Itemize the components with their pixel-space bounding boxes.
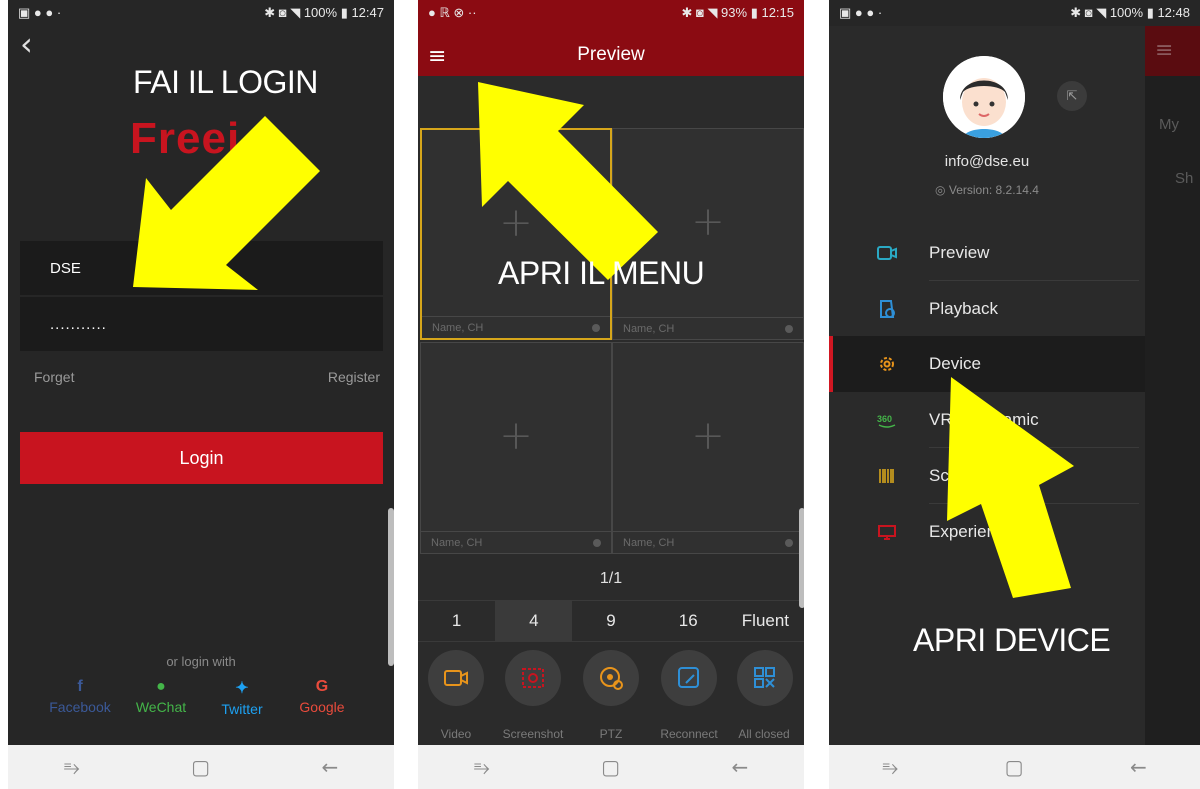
instruction-login: FAI IL LOGIN bbox=[133, 64, 318, 100]
preview-screen: ● ℝ ⊗ ·· ✱ ◙ ◥ 93% ▮ 12:15 ≡ Preview + N… bbox=[418, 0, 804, 789]
recents-icon[interactable]: ⥱ bbox=[882, 755, 898, 779]
home-icon[interactable]: ▢ bbox=[1005, 755, 1024, 779]
yellow-arrow-icon bbox=[478, 82, 658, 280]
back-icon[interactable]: ← bbox=[732, 755, 749, 779]
android-nav-bar: ⥱ ▢ ← bbox=[829, 745, 1200, 789]
android-nav-bar: ⥱ ▢ ← bbox=[418, 745, 804, 789]
home-icon[interactable]: ▢ bbox=[191, 755, 210, 779]
android-nav-bar: ⥱ ▢ ← bbox=[8, 745, 394, 789]
instruction-menu: APRI IL MENU bbox=[498, 255, 705, 291]
menu-screen: ▣ ● ● · ✱ ◙ ◥ 100% ▮ 12:48 ≡ My Sh ⇱ inf… bbox=[829, 0, 1200, 789]
home-icon[interactable]: ▢ bbox=[601, 755, 620, 779]
instruction-device: APRI DEVICE bbox=[913, 622, 1111, 658]
yellow-arrow-icon bbox=[133, 116, 320, 290]
login-screen: ▣ ● ● · ✱ ◙ ◥ 100% ▮ 12:47 ‹ FAI IL LOGI… bbox=[8, 0, 394, 789]
recents-icon[interactable]: ⥱ bbox=[64, 755, 80, 779]
recents-icon[interactable]: ⥱ bbox=[474, 755, 490, 779]
back-icon[interactable]: ← bbox=[322, 755, 339, 779]
back-icon[interactable]: ← bbox=[1130, 755, 1147, 779]
